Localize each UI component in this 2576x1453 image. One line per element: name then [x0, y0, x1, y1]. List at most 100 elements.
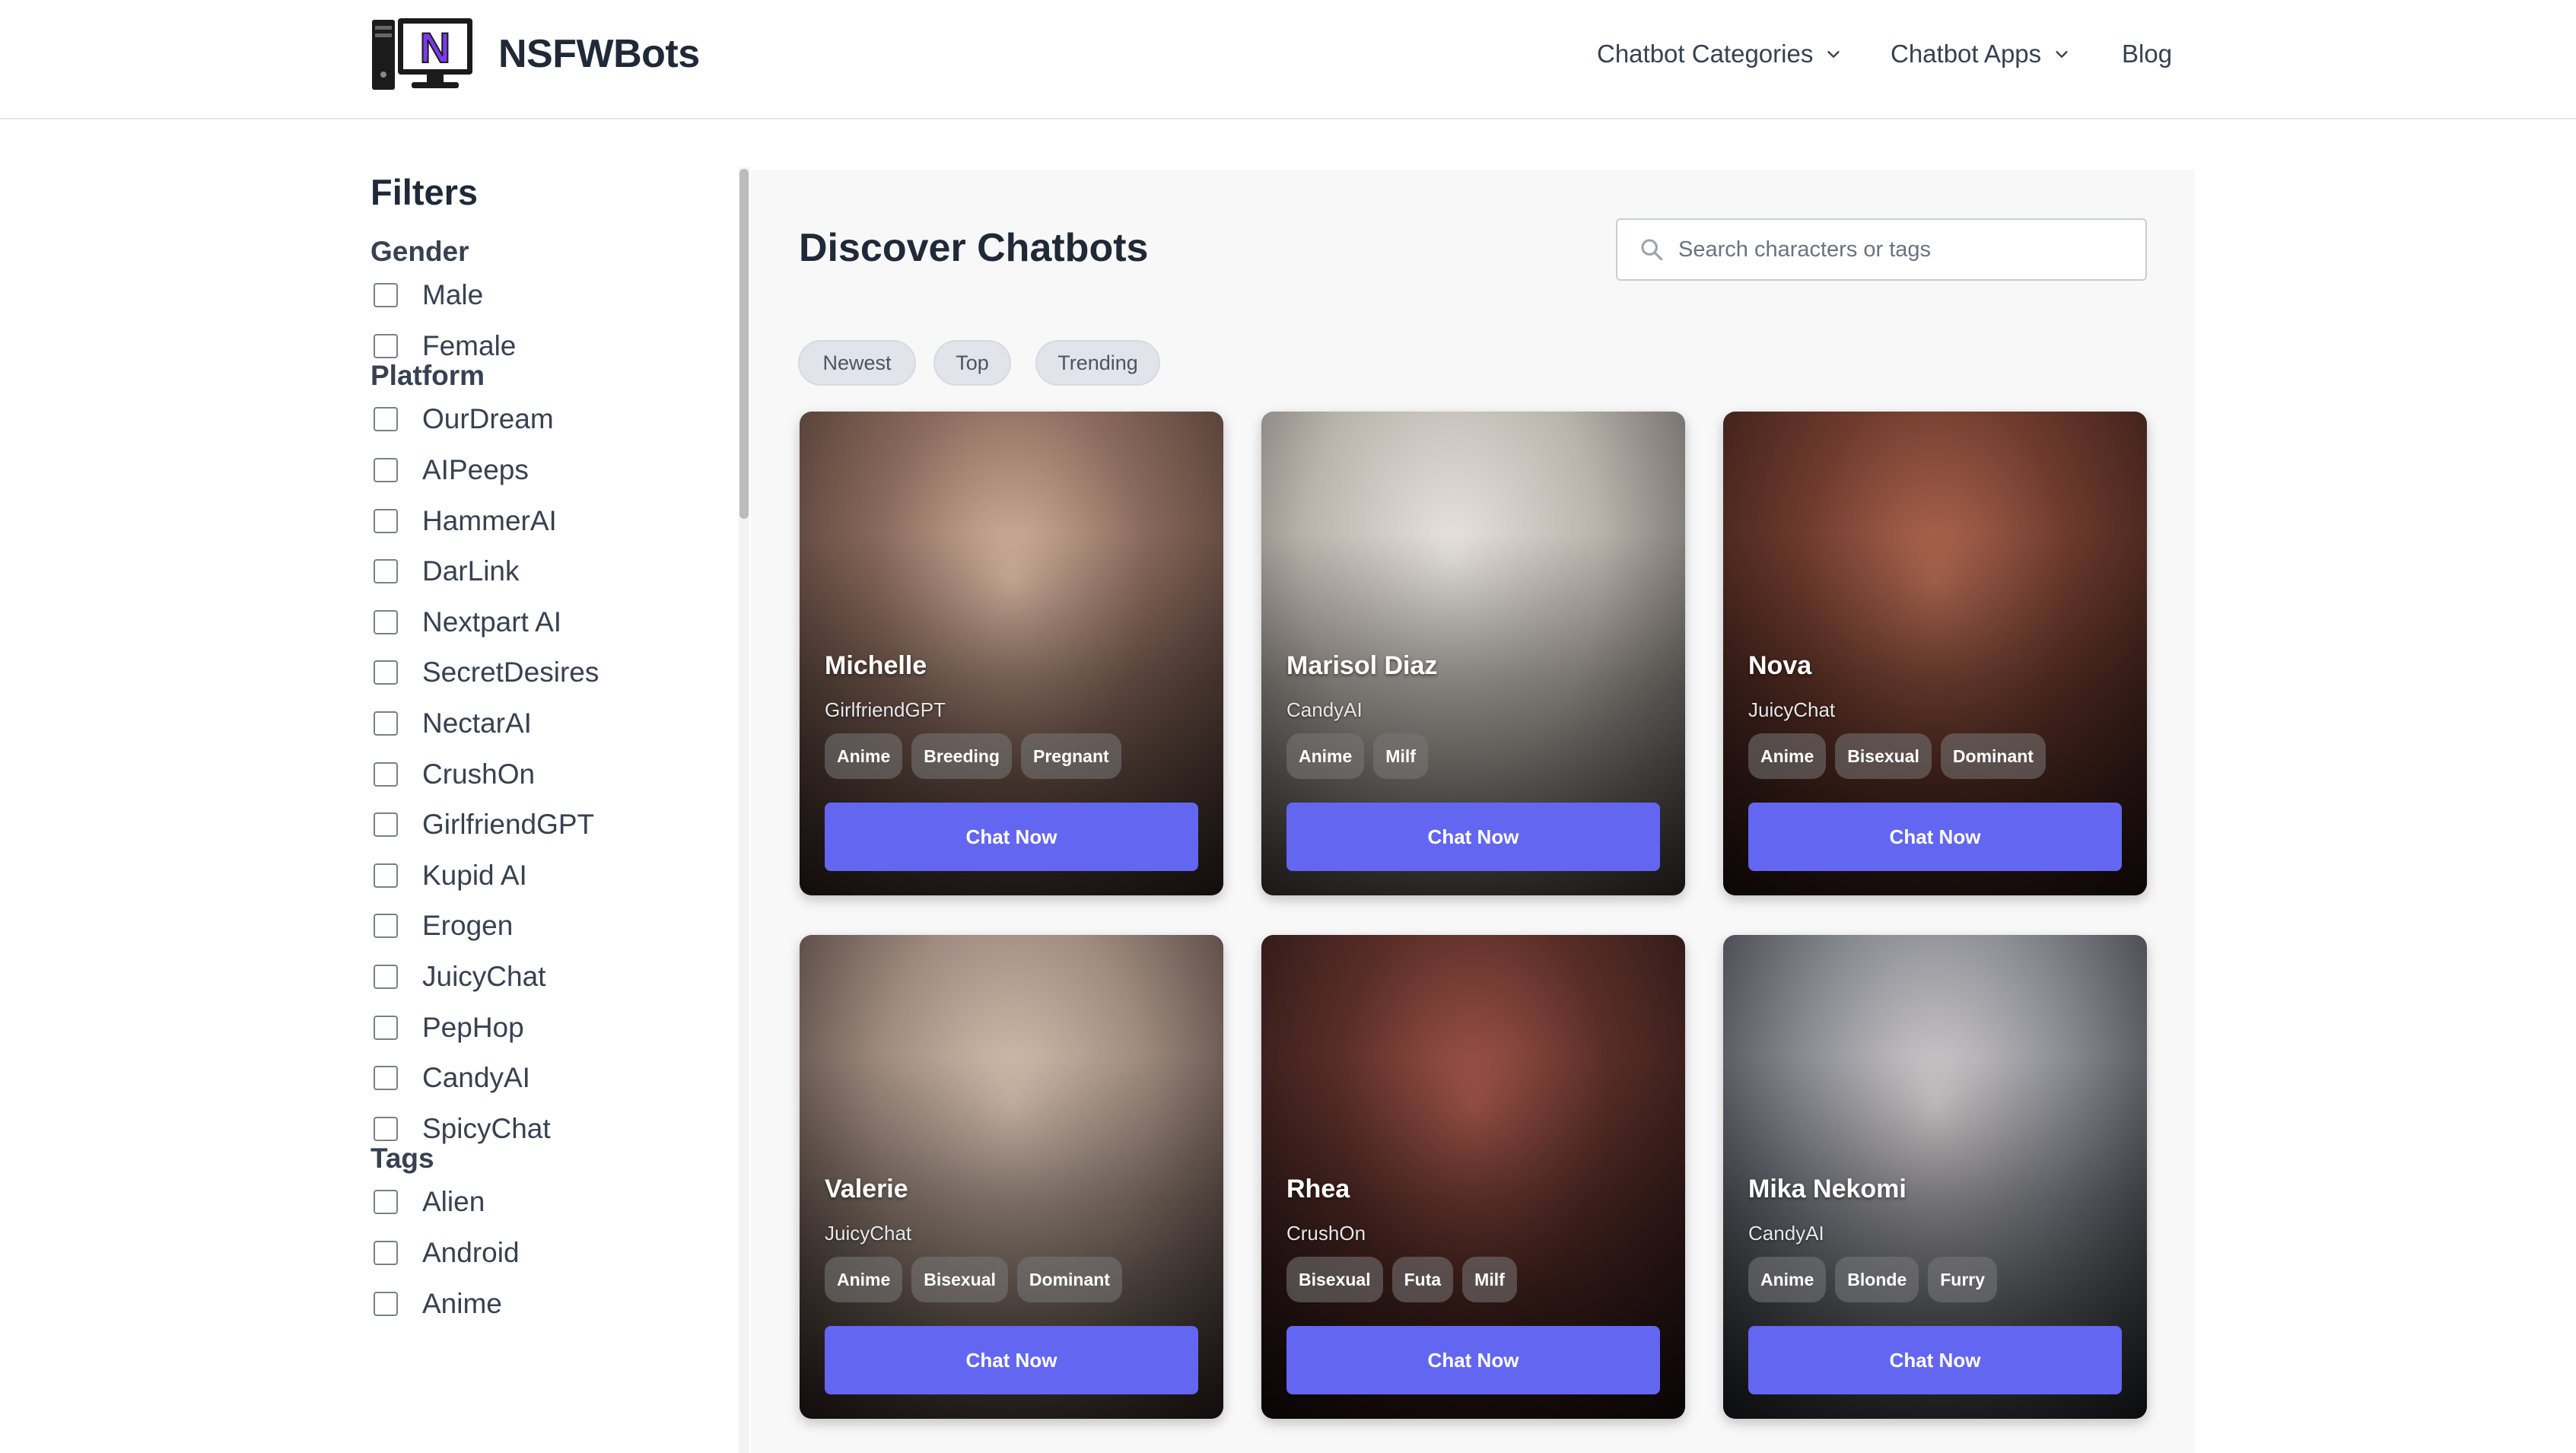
nav-blog[interactable]: Blog	[2122, 35, 2172, 73]
sort-tab-newest[interactable]: Newest	[798, 340, 916, 386]
filter-option-ourdream[interactable]: OurDream	[370, 394, 728, 445]
filter-option-crushon[interactable]: CrushOn	[370, 749, 728, 800]
sort-tab-top[interactable]: Top	[933, 340, 1011, 386]
option-label: PepHop	[422, 1011, 524, 1043]
filter-option-aipeeps[interactable]: AIPeeps	[370, 445, 728, 496]
tag-chip[interactable]: Anime	[825, 733, 903, 779]
filter-option-alien[interactable]: Alien	[370, 1177, 728, 1228]
chevron-down-icon	[1827, 51, 1840, 58]
tag-chip[interactable]: Dominant	[1016, 1257, 1122, 1302]
checkbox[interactable]	[374, 1190, 398, 1215]
checkbox[interactable]	[374, 1240, 398, 1265]
checkbox[interactable]	[374, 1066, 398, 1091]
brand-name[interactable]: NSFWBots	[498, 29, 700, 79]
character-platform: JuicyChat	[825, 1222, 912, 1245]
checkbox[interactable]	[374, 333, 398, 358]
chat-now-button[interactable]: Chat Now	[825, 1326, 1198, 1394]
nav-label: Chatbot Apps	[1891, 40, 2042, 68]
filter-option-girlfriendgpt[interactable]: GirlfriendGPT	[370, 800, 728, 850]
tag-chip[interactable]: Futa	[1391, 1257, 1454, 1302]
option-label: Android	[422, 1236, 520, 1268]
tag-chip[interactable]: Anime	[1748, 733, 1827, 779]
filter-option-hammerai[interactable]: HammerAI	[370, 495, 728, 546]
option-label: Anime	[422, 1287, 502, 1319]
tag-chip[interactable]: Milf	[1462, 1257, 1517, 1302]
tag-chip[interactable]: Bisexual	[1286, 1257, 1383, 1302]
filter-option-anime[interactable]: Anime	[370, 1278, 728, 1329]
chatbot-card[interactable]: Marisol Diaz CandyAI Anime Milf Chat Now	[1261, 412, 1685, 895]
checkbox[interactable]	[374, 283, 398, 308]
chat-now-button[interactable]: Chat Now	[1748, 1326, 2122, 1394]
tag-chip[interactable]: Bisexual	[911, 1257, 1008, 1302]
checkbox[interactable]	[374, 407, 398, 432]
filter-option-android[interactable]: Android	[370, 1228, 728, 1279]
chevron-down-icon	[2056, 51, 2068, 58]
checkbox[interactable]	[374, 914, 398, 939]
option-label: Nextpart AI	[422, 606, 562, 637]
tag-chip[interactable]: Dominant	[1940, 733, 2046, 779]
filter-option-erogen[interactable]: Erogen	[370, 901, 728, 952]
filter-option-darlink[interactable]: DarLink	[370, 546, 728, 597]
filter-option-juicychat[interactable]: JuicyChat	[370, 952, 728, 1003]
page: N NSFWBots Chatbot Categories Chatbot Ap…	[0, 0, 2576, 1453]
tag-chip[interactable]: Anime	[1748, 1257, 1827, 1302]
checkbox[interactable]	[374, 812, 398, 838]
logo-icon[interactable]: N	[370, 15, 474, 94]
tag-chip[interactable]: Anime	[825, 1257, 903, 1302]
checkbox[interactable]	[374, 1116, 398, 1141]
tag-list: Anime Bisexual Dominant	[1748, 733, 2046, 779]
chat-now-button[interactable]: Chat Now	[1286, 803, 1660, 871]
tag-chip[interactable]: Pregnant	[1020, 733, 1121, 779]
nav-chatbot-apps[interactable]: Chatbot Apps	[1891, 35, 2070, 73]
checkbox[interactable]	[374, 1291, 398, 1316]
chatbot-card[interactable]: Valerie JuicyChat Anime Bisexual Dominan…	[800, 935, 1223, 1419]
tag-chip[interactable]: Anime	[1286, 733, 1365, 779]
filters-sidebar: Filters Gender Male Female Platform OurD…	[370, 170, 728, 1329]
filter-option-secretdesires[interactable]: SecretDesires	[370, 647, 728, 698]
checkbox[interactable]	[374, 965, 398, 990]
filter-option-nectarai[interactable]: NectarAI	[370, 698, 728, 749]
chatbot-card[interactable]: Nova JuicyChat Anime Bisexual Dominant C…	[1723, 412, 2147, 895]
filter-option-male[interactable]: Male	[370, 270, 728, 321]
chat-now-button[interactable]: Chat Now	[1748, 803, 2122, 871]
character-name: Michelle	[825, 651, 927, 680]
sidebar-scrollbar-thumb[interactable]	[739, 169, 749, 519]
tag-chip[interactable]: Milf	[1373, 733, 1428, 779]
option-label: Kupid AI	[422, 859, 527, 891]
checkbox[interactable]	[374, 559, 398, 584]
chatbot-card[interactable]: Mika Nekomi CandyAI Anime Blonde Furry C…	[1723, 935, 2147, 1419]
tag-chip[interactable]: Breeding	[911, 733, 1012, 779]
chat-now-button[interactable]: Chat Now	[825, 803, 1198, 871]
option-label: HammerAI	[422, 504, 557, 536]
checkbox[interactable]	[374, 1015, 398, 1040]
tag-chip[interactable]: Blonde	[1835, 1257, 1919, 1302]
filter-option-candyai[interactable]: CandyAI	[370, 1053, 728, 1104]
tag-chip[interactable]: Bisexual	[1835, 733, 1932, 779]
character-platform: JuicyChat	[1748, 698, 1836, 721]
nav-chatbot-categories[interactable]: Chatbot Categories	[1597, 35, 1842, 73]
checkbox[interactable]	[374, 609, 398, 634]
tag-chip[interactable]: Furry	[1928, 1257, 1998, 1302]
filter-option-pephop[interactable]: PepHop	[370, 1002, 728, 1053]
option-label: SpicyChat	[422, 1112, 551, 1144]
filter-group-gender-title: Gender	[370, 236, 469, 267]
checkbox[interactable]	[374, 761, 398, 787]
chat-now-button[interactable]: Chat Now	[1286, 1326, 1660, 1394]
sort-tab-trending[interactable]: Trending	[1035, 340, 1160, 386]
checkbox[interactable]	[374, 508, 398, 533]
option-label: Male	[422, 279, 484, 311]
filter-option-kupid-ai[interactable]: Kupid AI	[370, 850, 728, 901]
checkbox[interactable]	[374, 863, 398, 888]
checkbox[interactable]	[374, 458, 398, 483]
chatbot-card[interactable]: Rhea CrushOn Bisexual Futa Milf Chat Now	[1261, 935, 1685, 1419]
search-box[interactable]	[1616, 218, 2147, 281]
chatbot-card[interactable]: Michelle GirlfriendGPT Anime Breeding Pr…	[800, 412, 1223, 895]
tag-list: Anime Bisexual Dominant	[825, 1257, 1122, 1302]
filter-option-nextpart-ai[interactable]: Nextpart AI	[370, 597, 728, 648]
option-label: CandyAI	[422, 1062, 530, 1094]
checkbox[interactable]	[374, 660, 398, 685]
option-label: GirlfriendGPT	[422, 809, 595, 841]
search-input[interactable]	[1678, 237, 2120, 262]
checkbox[interactable]	[374, 711, 398, 736]
option-label: DarLink	[422, 555, 520, 587]
